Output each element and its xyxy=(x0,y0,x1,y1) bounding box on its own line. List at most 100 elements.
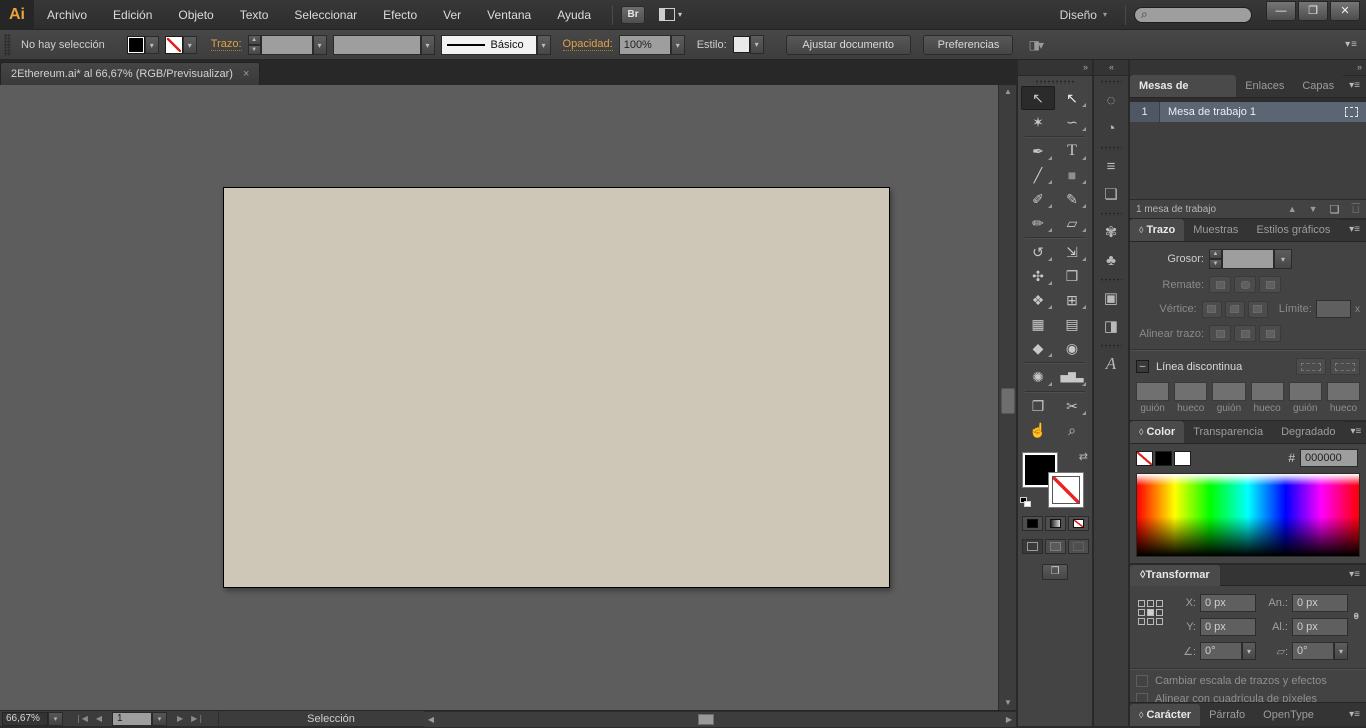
symbol-sprayer-tool[interactable]: ✺ xyxy=(1021,365,1055,389)
color-spectrum[interactable] xyxy=(1136,473,1360,557)
width-profile-field[interactable] xyxy=(332,34,421,55)
align-panel-icon[interactable]: ≡ xyxy=(1094,152,1128,180)
drag-handle[interactable] xyxy=(1100,344,1122,348)
artboard[interactable] xyxy=(223,187,890,588)
menu-ventana[interactable]: Ventana xyxy=(474,0,544,30)
new-artboard-icon[interactable]: ❏ xyxy=(1330,203,1340,216)
canvas[interactable] xyxy=(0,85,998,710)
limit-field[interactable] xyxy=(1315,300,1351,318)
menu-edicion[interactable]: Edición xyxy=(100,0,165,30)
artboard-list-item[interactable]: 1 Mesa de trabajo 1 xyxy=(1130,102,1366,122)
align-outside-button[interactable] xyxy=(1259,325,1281,342)
x-field[interactable]: 0 px xyxy=(1200,594,1256,612)
constrain-proportions-icon[interactable]: ⚭ xyxy=(1348,611,1364,622)
step-down-icon[interactable]: ▼ xyxy=(247,44,261,55)
cap-round-button[interactable] xyxy=(1234,276,1256,293)
draw-inside-button[interactable] xyxy=(1067,539,1089,554)
drag-handle[interactable] xyxy=(1100,278,1122,282)
menu-ayuda[interactable]: Ayuda xyxy=(544,0,604,30)
tab-estilos-graficos[interactable]: Estilos gráficos xyxy=(1247,219,1340,241)
select-similar-icon[interactable]: ◨▾ xyxy=(1029,38,1044,52)
gap-field-1[interactable] xyxy=(1174,382,1208,401)
next-artboard-button[interactable]: ▶ xyxy=(173,714,187,723)
menu-objeto[interactable]: Objeto xyxy=(165,0,226,30)
panel-menu-icon[interactable]: ▾≡ xyxy=(1343,564,1366,586)
last-artboard-button[interactable]: ▶❘ xyxy=(187,714,208,723)
tab-parrafo[interactable]: Párrafo xyxy=(1200,704,1255,726)
menu-seleccionar[interactable]: Seleccionar xyxy=(281,0,370,30)
stroke-weight-dropdown[interactable]: ▾ xyxy=(312,34,327,55)
horizontal-scroll-thumb[interactable] xyxy=(698,714,714,725)
gap-field-2[interactable] xyxy=(1250,382,1284,401)
hex-field[interactable]: 000000 xyxy=(1300,449,1358,467)
menu-texto[interactable]: Texto xyxy=(227,0,282,30)
status-indicator[interactable]: Selección xyxy=(218,710,445,727)
rectangle-tool[interactable]: ■ xyxy=(1055,163,1089,187)
panel-menu-icon[interactable]: ▾≡ xyxy=(1345,421,1366,443)
default-fill-stroke-icon[interactable] xyxy=(1020,497,1033,508)
fill-swatch[interactable] xyxy=(126,35,145,54)
panel-menu-icon[interactable]: ▾≡ xyxy=(1343,219,1366,241)
drag-handle[interactable] xyxy=(4,33,11,56)
align-center-button[interactable] xyxy=(1209,325,1231,342)
type-tool[interactable]: T xyxy=(1055,139,1089,163)
move-up-icon[interactable]: ▲ xyxy=(1288,204,1297,214)
join-miter-button[interactable] xyxy=(1201,300,1222,318)
mesh-tool[interactable]: ▦ xyxy=(1021,312,1055,336)
tab-close-icon[interactable]: × xyxy=(243,68,249,80)
panel-menu-icon[interactable]: ▾≡ xyxy=(1343,704,1366,726)
stroke-panel-link[interactable]: Trazo: xyxy=(210,38,242,51)
fill-dropdown[interactable]: ▾ xyxy=(144,35,159,54)
vertical-scroll-thumb[interactable] xyxy=(1001,388,1015,414)
fill-color-control[interactable]: ▾ xyxy=(126,35,159,54)
perspective-grid-tool[interactable]: ⊞ xyxy=(1055,288,1089,312)
shear-dropdown[interactable]: ▾ xyxy=(1334,642,1348,660)
drag-handle[interactable] xyxy=(1100,146,1122,150)
scroll-up-icon[interactable]: ▲ xyxy=(999,85,1017,99)
selection-tool[interactable]: ↖ xyxy=(1021,86,1055,110)
black-swatch[interactable] xyxy=(1155,450,1172,466)
previous-artboard-button[interactable]: ◀ xyxy=(92,714,106,723)
preserve-dash-button[interactable] xyxy=(1296,358,1326,375)
tab-capas[interactable]: Capas xyxy=(1293,75,1344,97)
draw-behind-button[interactable] xyxy=(1044,539,1066,554)
reference-point-locator[interactable] xyxy=(1138,600,1164,626)
tab-enlaces[interactable]: Enlaces xyxy=(1236,75,1294,97)
scale-strokes-checkbox[interactable] xyxy=(1136,675,1148,687)
workspace-switcher[interactable]: Diseño ▾ xyxy=(1050,8,1117,22)
collapse-icon[interactable]: ◊ xyxy=(1139,427,1143,437)
minimize-button[interactable]: — xyxy=(1266,0,1296,21)
tab-mesas-de-trabajo[interactable]: Mesas de trabajo xyxy=(1130,75,1237,114)
bridge-button[interactable]: Br xyxy=(621,5,646,24)
align-inside-button[interactable] xyxy=(1234,325,1256,342)
character-styles-panel-icon[interactable]: A xyxy=(1094,350,1128,378)
gradient-mode-button[interactable] xyxy=(1044,516,1066,531)
eraser-tool[interactable]: ▱ xyxy=(1055,211,1089,235)
step-up-icon[interactable]: ▲ xyxy=(247,34,261,45)
horizontal-scrollbar[interactable]: ◀ ▶ xyxy=(424,711,1016,727)
tab-muestras[interactable]: Muestras xyxy=(1184,219,1248,241)
tab-trazo[interactable]: ◊ Trazo xyxy=(1130,219,1185,241)
graphic-style-control[interactable]: ▾ xyxy=(732,35,764,54)
stroke-weight-field[interactable] xyxy=(260,34,313,55)
pencil-tool[interactable]: ✎ xyxy=(1055,187,1089,211)
collapse-icon[interactable]: ◊ xyxy=(1139,710,1143,720)
eyedropper-tool[interactable]: ◆ xyxy=(1021,336,1055,360)
panel-menu-icon[interactable]: ▾≡ xyxy=(1343,75,1366,97)
screen-mode-button[interactable]: ❐ xyxy=(1042,564,1068,580)
stroke-dropdown[interactable]: ▾ xyxy=(182,35,197,54)
artboard-tool[interactable]: ❐ xyxy=(1021,394,1055,418)
symbols-panel-icon[interactable]: ♣ xyxy=(1094,246,1128,274)
tab-caracter[interactable]: ◊ Carácter xyxy=(1130,704,1201,726)
delete-artboard-icon[interactable]: ⊔ xyxy=(1351,203,1360,216)
shear-field[interactable]: 0° xyxy=(1292,642,1334,660)
restore-button[interactable]: ❐ xyxy=(1298,0,1328,21)
free-transform-tool[interactable]: ❒ xyxy=(1055,264,1089,288)
control-panel-menu-icon[interactable]: ▾≡ xyxy=(1345,39,1358,50)
color-guide-panel-icon[interactable]: ◔ xyxy=(1094,114,1128,142)
white-swatch[interactable] xyxy=(1174,450,1191,466)
height-field[interactable]: 0 px xyxy=(1292,618,1348,636)
stroke-swatch[interactable] xyxy=(164,35,183,54)
blend-tool[interactable]: ◉ xyxy=(1055,336,1089,360)
lasso-tool[interactable]: ∽ xyxy=(1055,110,1089,134)
